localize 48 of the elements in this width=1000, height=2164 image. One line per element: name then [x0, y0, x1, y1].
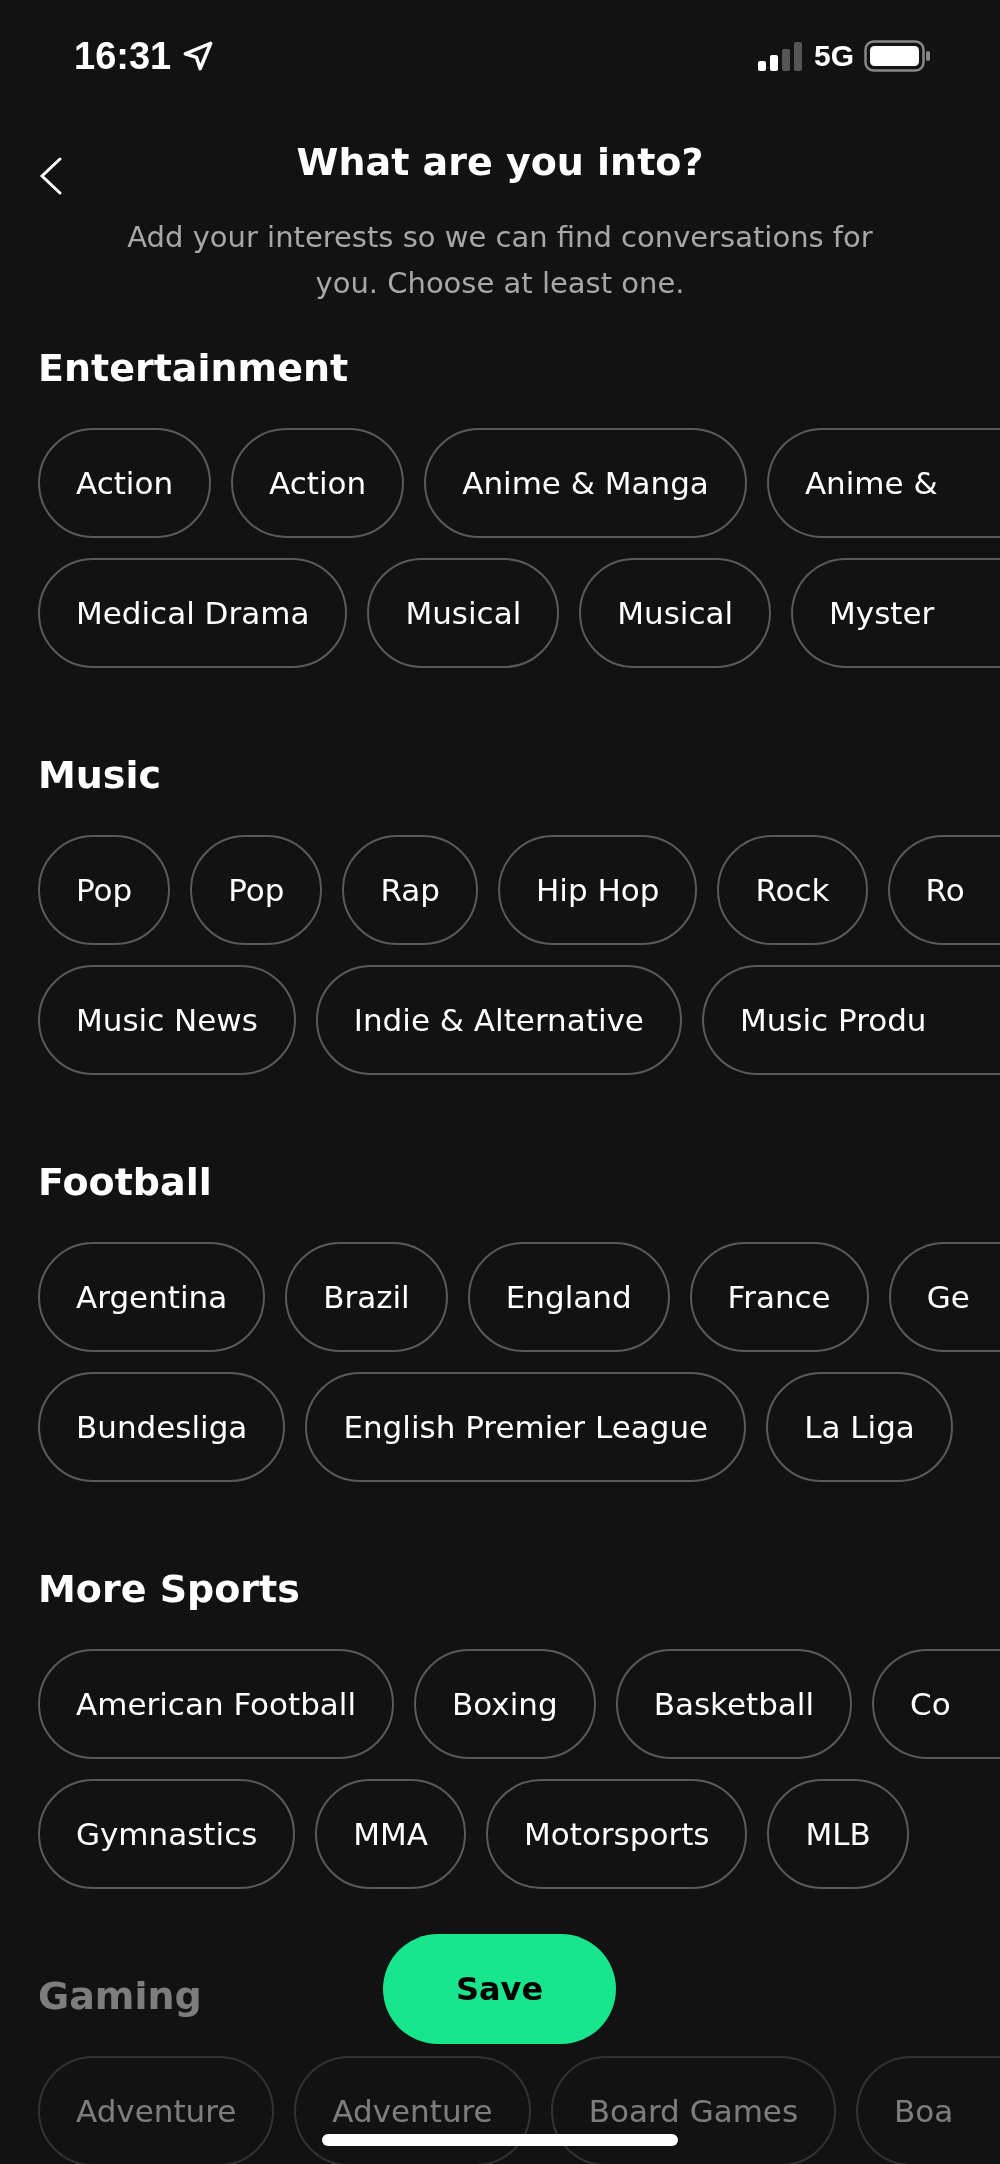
- interest-chip[interactable]: Bundesliga: [38, 1372, 286, 1482]
- status-time: 16:31: [74, 34, 172, 78]
- interest-chip[interactable]: Anime &: [766, 428, 1000, 538]
- interest-chip[interactable]: Ro: [887, 835, 1000, 945]
- section-title: More Sports: [38, 1567, 300, 1611]
- interest-chip[interactable]: Hip Hop: [498, 835, 698, 945]
- battery-icon: [864, 40, 930, 72]
- interest-chip[interactable]: Music News: [38, 965, 296, 1075]
- section-title: Entertainment: [38, 346, 349, 390]
- interest-chip[interactable]: France: [689, 1242, 869, 1352]
- back-chevron-icon: [38, 156, 64, 196]
- interest-chip[interactable]: Musical: [579, 558, 772, 668]
- interest-chip[interactable]: Ge: [888, 1242, 1000, 1352]
- interest-chip[interactable]: Gymnastics: [38, 1779, 296, 1889]
- interest-chip[interactable]: American Football: [38, 1649, 395, 1759]
- interest-chip[interactable]: La Liga: [766, 1372, 953, 1482]
- interest-chip[interactable]: Pop: [38, 835, 171, 945]
- signal-icon: [757, 41, 804, 71]
- interest-chip[interactable]: Basketball: [615, 1649, 853, 1759]
- interest-chip[interactable]: Myster: [791, 558, 1000, 668]
- interest-chip[interactable]: MLB: [767, 1779, 909, 1889]
- interest-chip[interactable]: Musical: [367, 558, 560, 668]
- page-subtitle: Add your interests so we can find conversations for you. Choose at least one.: [126, 219, 874, 302]
- section-title: Music: [38, 753, 162, 797]
- interest-chip[interactable]: Rock: [717, 835, 868, 945]
- section-title: Gaming: [38, 1974, 202, 2018]
- interest-chip[interactable]: Medical Drama: [38, 558, 348, 668]
- interest-chip[interactable]: Co: [872, 1649, 1000, 1759]
- interest-chip[interactable]: Boa: [856, 2056, 1000, 2164]
- interest-chip[interactable]: MMA: [315, 1779, 467, 1889]
- interest-chip[interactable]: Rap: [342, 835, 478, 945]
- interest-chip[interactable]: Motorsports: [486, 1779, 748, 1889]
- interest-chip[interactable]: Music Produ: [701, 965, 1000, 1075]
- save-button[interactable]: Save: [383, 1934, 616, 2044]
- network-label: 5G: [813, 39, 854, 73]
- page-title: What are you into?: [296, 140, 704, 184]
- interest-chip[interactable]: Boxing: [414, 1649, 596, 1759]
- interest-chip[interactable]: Adventure: [38, 2056, 275, 2164]
- interest-chip[interactable]: Pop: [190, 835, 323, 945]
- interest-chip[interactable]: England: [467, 1242, 670, 1352]
- interest-chip[interactable]: Action: [231, 428, 405, 538]
- interest-chip[interactable]: Argentina: [38, 1242, 266, 1352]
- interest-chip[interactable]: Brazil: [285, 1242, 448, 1352]
- interest-chip[interactable]: Anime & Manga: [424, 428, 747, 538]
- section-title: Football: [38, 1160, 212, 1204]
- interest-chip[interactable]: English Premier League: [305, 1372, 747, 1482]
- interest-chip[interactable]: Action: [38, 428, 212, 538]
- interest-chip[interactable]: Indie & Alternative: [315, 965, 682, 1075]
